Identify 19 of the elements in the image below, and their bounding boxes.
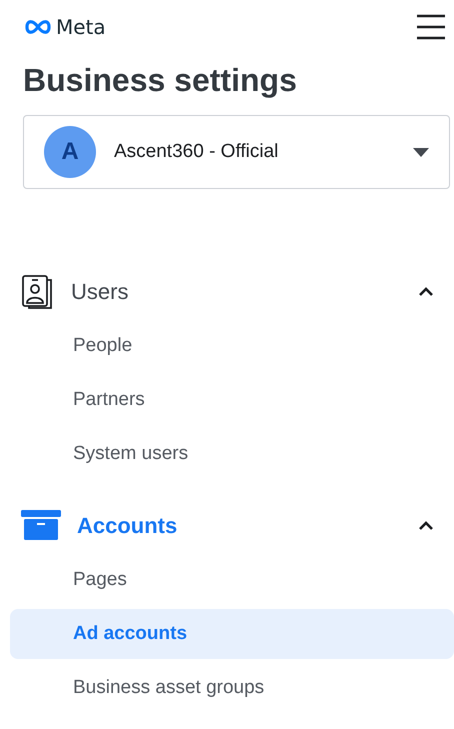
nav-item[interactable]: System users (10, 429, 454, 479)
nav-item[interactable]: Business asset groups (10, 663, 454, 713)
nav-item[interactable]: Partners (10, 375, 454, 425)
archive-box-icon (21, 510, 61, 542)
nav-item[interactable]: Ad accounts (10, 609, 454, 659)
nav-item[interactable]: People (10, 321, 454, 371)
nav-section-header[interactable]: Accounts (0, 501, 454, 551)
id-badge-icon (21, 274, 55, 310)
nav-section-header[interactable]: Users (0, 267, 454, 317)
nav-item[interactable]: Pages (10, 555, 454, 605)
dropdown-caret-icon (413, 148, 429, 156)
page-title: Business settings (23, 62, 298, 99)
account-selector[interactable]: A Ascent360 - Official (23, 115, 450, 189)
chevron-icon (418, 287, 434, 297)
brand-name: Meta (56, 15, 106, 39)
chevron-icon (418, 521, 434, 531)
account-avatar: A (44, 126, 96, 178)
menu-icon[interactable] (416, 14, 446, 40)
infinity-logo-icon (23, 19, 53, 35)
